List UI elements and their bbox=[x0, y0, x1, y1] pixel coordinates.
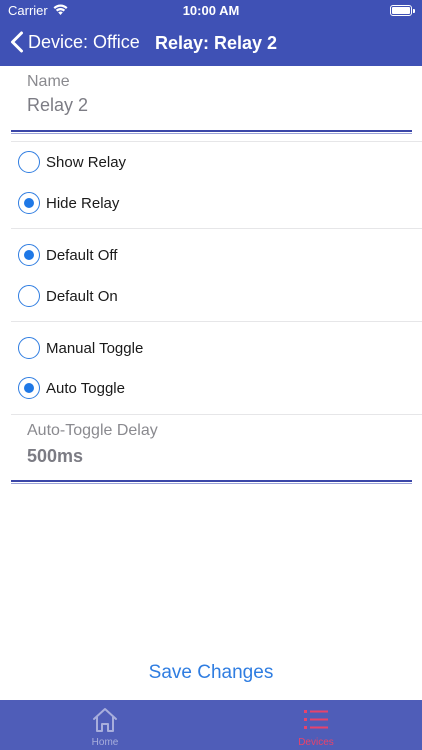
radio-indicator bbox=[18, 151, 40, 173]
radio-label: Default Off bbox=[46, 246, 118, 264]
radio-indicator bbox=[18, 377, 40, 399]
chevron-left-icon bbox=[11, 31, 23, 53]
status-time: 10:00 AM bbox=[182, 3, 240, 18]
radio-default-off[interactable]: Default Off bbox=[18, 239, 398, 271]
back-button[interactable]: Device: Office bbox=[10, 31, 140, 53]
page-title: Relay: Relay 2 bbox=[155, 33, 278, 53]
radio-label: Manual Toggle bbox=[46, 339, 144, 357]
radio-indicator bbox=[18, 285, 40, 307]
radio-default-on[interactable]: Default On bbox=[18, 280, 398, 312]
delay-input[interactable] bbox=[27, 446, 387, 467]
top-bar: Carrier 10:00 AM Device: Office Relay: R… bbox=[0, 0, 422, 66]
radio-indicator bbox=[18, 192, 40, 214]
radio-label: Show Relay bbox=[46, 153, 127, 171]
delay-underline bbox=[11, 480, 412, 484]
divider bbox=[11, 321, 422, 322]
tab-bar: Home Devices bbox=[0, 700, 422, 750]
name-label: Name bbox=[27, 73, 70, 90]
tab-label: Home bbox=[91, 737, 119, 748]
radio-indicator bbox=[18, 337, 40, 359]
status-bar: Carrier 10:00 AM bbox=[0, 0, 422, 22]
tab-devices[interactable]: Devices bbox=[256, 700, 376, 750]
back-label: Device: Office bbox=[28, 31, 140, 52]
delay-label: Auto-Toggle Delay bbox=[27, 422, 158, 439]
name-underline bbox=[11, 130, 412, 134]
radio-show-relay[interactable]: Show Relay bbox=[18, 146, 398, 178]
radio-auto-toggle[interactable]: Auto Toggle bbox=[18, 372, 398, 404]
tab-label: Devices bbox=[298, 737, 334, 748]
divider bbox=[11, 228, 422, 229]
radio-manual-toggle[interactable]: Manual Toggle bbox=[18, 332, 398, 364]
battery-icon bbox=[390, 5, 415, 16]
relay-settings-screen: Carrier 10:00 AM Device: Office Relay: R… bbox=[0, 0, 422, 750]
radio-label: Auto Toggle bbox=[46, 379, 125, 397]
delay-field-group: Auto-Toggle Delay bbox=[11, 414, 412, 486]
radio-indicator bbox=[18, 244, 40, 266]
navigation-bar: Device: Office Relay: Relay 2 bbox=[0, 22, 422, 66]
tab-home[interactable]: Home bbox=[45, 700, 165, 750]
name-input[interactable] bbox=[27, 95, 387, 116]
divider bbox=[11, 141, 422, 142]
radio-label: Hide Relay bbox=[46, 194, 120, 212]
list-icon bbox=[304, 710, 328, 729]
save-changes-button[interactable]: Save Changes bbox=[0, 662, 422, 684]
radio-label: Default On bbox=[46, 287, 118, 305]
name-field-group: Name bbox=[11, 66, 412, 136]
home-icon bbox=[93, 708, 117, 732]
radio-hide-relay[interactable]: Hide Relay bbox=[18, 187, 398, 219]
